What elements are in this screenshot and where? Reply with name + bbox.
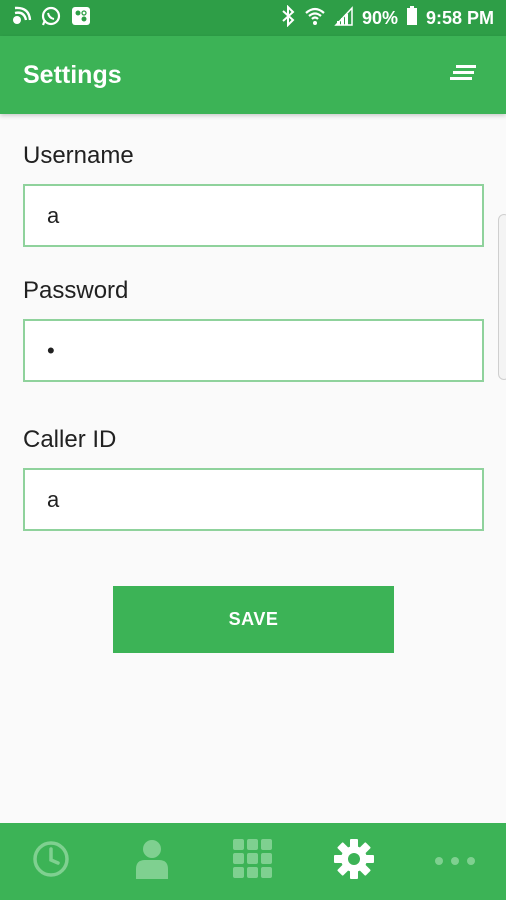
page-title: Settings (23, 60, 122, 89)
status-right-icons: 90% 9:58 PM (280, 4, 494, 32)
wifi-icon (304, 5, 326, 32)
caller-id-input[interactable] (23, 468, 484, 531)
password-label: Password (23, 277, 129, 304)
whatsapp-icon (40, 5, 62, 32)
nav-item-dialpad[interactable] (202, 823, 303, 900)
history-clock-icon (31, 839, 71, 884)
bottom-nav (0, 823, 506, 900)
contacts-person-icon (134, 838, 170, 885)
battery-icon (406, 5, 418, 32)
app-bar: Settings (0, 36, 506, 114)
gallery-icon (70, 5, 92, 32)
status-time: 9:58 PM (425, 7, 494, 28)
status-left-icons (10, 5, 92, 32)
nav-item-history[interactable] (0, 823, 101, 900)
username-input[interactable] (23, 184, 484, 247)
more-dots-icon (434, 853, 476, 871)
nav-item-settings[interactable] (304, 823, 405, 900)
hotspot-icon (10, 5, 32, 32)
password-input[interactable] (23, 319, 484, 382)
bluetooth-icon (280, 4, 296, 32)
save-button[interactable]: SAVE (113, 586, 394, 653)
username-label: Username (23, 142, 134, 169)
scroll-indicator (498, 214, 506, 380)
battery-percent: 90% (361, 7, 398, 28)
settings-gear-icon (333, 838, 375, 885)
status-bar: 90% 9:58 PM (0, 0, 506, 36)
dialpad-grid-icon (232, 838, 274, 885)
caller-id-label: Caller ID (23, 426, 117, 453)
sort-menu-icon[interactable] (450, 63, 478, 88)
nav-item-more[interactable] (405, 823, 506, 900)
nav-item-contacts[interactable] (101, 823, 202, 900)
signal-icon (334, 5, 354, 32)
